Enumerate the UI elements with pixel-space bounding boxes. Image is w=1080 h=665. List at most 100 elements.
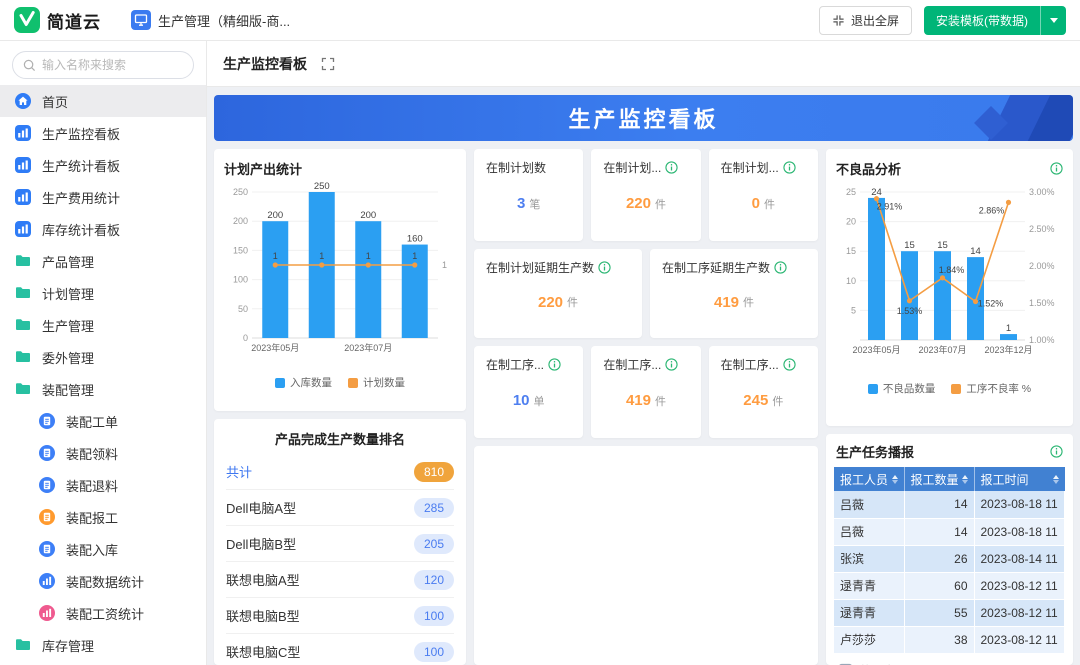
app-title[interactable]: 生产管理（精细版-商... xyxy=(131,10,290,30)
stat-tile-value: 10 xyxy=(513,392,530,409)
ranking-row[interactable]: Dell电脑B型205 xyxy=(226,526,454,562)
exit-fullscreen-button[interactable]: 退出全屏 xyxy=(819,6,912,35)
table-pagination[interactable]: 共28条 xyxy=(834,654,1065,665)
svg-text:1: 1 xyxy=(366,251,371,261)
stat-tiles: 在制计划数3笔在制计划...220件在制计划...0件在制计划延期生产数220件… xyxy=(474,149,818,438)
product-ranking-card: 产品完成生产数量排名 共计810Dell电脑A型285Dell电脑B型205联想… xyxy=(214,419,466,665)
tabbar: 生产监控看板 xyxy=(207,41,1080,87)
table-row[interactable]: 逯青青552023-08-12 11 xyxy=(834,599,1065,626)
stat-tile[interactable]: 在制计划...0件 xyxy=(709,149,818,241)
sidebar-item[interactable]: 生产管理 xyxy=(0,309,206,341)
sidebar-item[interactable]: 产品管理 xyxy=(0,245,206,277)
sidebar-item[interactable]: 装配领料 xyxy=(0,437,206,469)
sidebar-item[interactable]: 生产统计看板 xyxy=(0,149,206,181)
app-name: 生产管理（精细版-商... xyxy=(158,11,290,30)
info-icon[interactable] xyxy=(783,161,796,174)
ranking-row[interactable]: 联想电脑C型100 xyxy=(226,634,454,665)
sidebar-search[interactable] xyxy=(12,51,194,79)
table-row[interactable]: 张滨262023-08-14 11 xyxy=(834,545,1065,572)
chevron-down-icon xyxy=(1050,18,1058,23)
info-icon[interactable] xyxy=(774,261,787,274)
table-row[interactable]: 逯青青602023-08-12 11 xyxy=(834,572,1065,599)
svg-text:2023年12月: 2023年12月 xyxy=(984,344,1032,355)
stat-tile[interactable]: 在制工序...419件 xyxy=(591,346,700,438)
legend-item[interactable]: 入库数量 xyxy=(275,375,332,390)
stat-tile-unit: 件 xyxy=(764,196,775,212)
stat-tile-unit: 件 xyxy=(655,393,666,409)
table-row[interactable]: 吕薇142023-08-18 11 xyxy=(834,518,1065,545)
info-icon[interactable] xyxy=(1050,162,1063,175)
chart-icon xyxy=(38,604,56,622)
stat-tile[interactable]: 在制工序...10单 xyxy=(474,346,583,438)
sidebar-item[interactable]: 库存管理 xyxy=(0,629,206,661)
svg-text:20: 20 xyxy=(846,217,856,227)
stat-tile-title: 在制计划... xyxy=(603,159,661,176)
svg-text:1: 1 xyxy=(319,251,324,261)
sort-icon[interactable] xyxy=(892,475,898,484)
svg-text:15: 15 xyxy=(846,246,856,256)
search-icon xyxy=(23,59,36,72)
sort-icon[interactable] xyxy=(1053,475,1059,484)
stat-tile[interactable]: 在制工序延期生产数419件 xyxy=(650,249,818,338)
svg-text:1: 1 xyxy=(273,251,278,261)
sidebar-item[interactable]: 计划管理 xyxy=(0,277,206,309)
logo[interactable]: 简道云 xyxy=(14,7,101,33)
sidebar-item[interactable]: 装配退料 xyxy=(0,469,206,501)
sidebar-item[interactable]: 委外管理 xyxy=(0,341,206,373)
table-header[interactable]: 报工时间 xyxy=(974,467,1065,491)
svg-text:2023年07月: 2023年07月 xyxy=(344,342,392,353)
svg-text:10: 10 xyxy=(846,276,856,286)
table-header[interactable]: 报工数量 xyxy=(904,467,974,491)
legend-item[interactable]: 计划数量 xyxy=(348,375,405,390)
sidebar-item[interactable]: 库存统计看板 xyxy=(0,213,206,245)
planned-output-chart[interactable]: 050100150200250120025020016011112023年05月… xyxy=(224,178,456,368)
ranking-row[interactable]: 联想电脑B型100 xyxy=(226,598,454,634)
fullscreen-icon[interactable] xyxy=(321,57,335,71)
stat-tile-value: 220 xyxy=(626,195,651,212)
sidebar-item[interactable]: 装配入库 xyxy=(0,533,206,565)
table-row[interactable]: 吕薇142023-08-18 11 xyxy=(834,491,1065,518)
sidebar-item-label: 装配入库 xyxy=(66,540,118,559)
info-icon[interactable] xyxy=(783,358,796,371)
sidebar-item[interactable]: 装配工单 xyxy=(0,405,206,437)
search-input[interactable] xyxy=(42,58,197,72)
sidebar-item-label: 装配数据统计 xyxy=(66,572,144,591)
sidebar-item[interactable]: 生产监控看板 xyxy=(0,117,206,149)
table-row[interactable]: 卢莎莎382023-08-12 11 xyxy=(834,626,1065,653)
ranking-total-row[interactable]: 共计810 xyxy=(226,454,454,490)
ranking-row[interactable]: 联想电脑A型120 xyxy=(226,562,454,598)
ranking-row[interactable]: Dell电脑A型285 xyxy=(226,490,454,526)
dashboard-icon xyxy=(14,220,32,238)
info-icon[interactable] xyxy=(1050,445,1063,458)
svg-text:2.86%: 2.86% xyxy=(979,205,1005,215)
legend-item[interactable]: 工序不良率 % xyxy=(951,381,1031,396)
svg-text:1: 1 xyxy=(1006,323,1011,334)
stat-tile[interactable]: 在制计划延期生产数220件 xyxy=(474,249,642,338)
defect-rate-chart[interactable]: 5101520251.00%1.50%2.00%2.50%3.00%241515… xyxy=(836,178,1063,374)
folder-icon xyxy=(14,284,32,302)
legend-item[interactable]: 不良品数量 xyxy=(868,381,936,396)
stat-tile[interactable]: 在制计划数3笔 xyxy=(474,149,583,241)
sidebar-item[interactable]: 装配数据统计 xyxy=(0,565,206,597)
table-header[interactable]: 报工人员 xyxy=(834,467,904,491)
svg-text:1: 1 xyxy=(412,251,417,261)
info-icon[interactable] xyxy=(598,261,611,274)
sidebar-item[interactable]: 首页 xyxy=(0,85,206,117)
info-icon[interactable] xyxy=(665,161,678,174)
install-template-dropdown-button[interactable] xyxy=(1040,6,1066,35)
info-icon[interactable] xyxy=(548,358,561,371)
sort-icon[interactable] xyxy=(962,475,968,484)
info-icon[interactable] xyxy=(665,358,678,371)
sidebar-item[interactable]: 生产费用统计 xyxy=(0,181,206,213)
planned-output-card: 计划产出统计 050100150200250120025020016011112… xyxy=(214,149,466,411)
install-template-button[interactable]: 安装模板(带数据) xyxy=(924,6,1040,35)
stat-tile[interactable]: 在制计划...220件 xyxy=(591,149,700,241)
stat-tile[interactable]: 在制工序...245件 xyxy=(709,346,818,438)
tab-title[interactable]: 生产监控看板 xyxy=(223,54,307,74)
svg-text:14: 14 xyxy=(970,246,981,257)
sidebar-item[interactable]: 装配报工 xyxy=(0,501,206,533)
svg-text:200: 200 xyxy=(360,210,376,221)
sidebar-item[interactable]: 装配工资统计 xyxy=(0,597,206,629)
banner-title: 生产监控看板 xyxy=(568,102,718,134)
sidebar-item[interactable]: 装配管理 xyxy=(0,373,206,405)
